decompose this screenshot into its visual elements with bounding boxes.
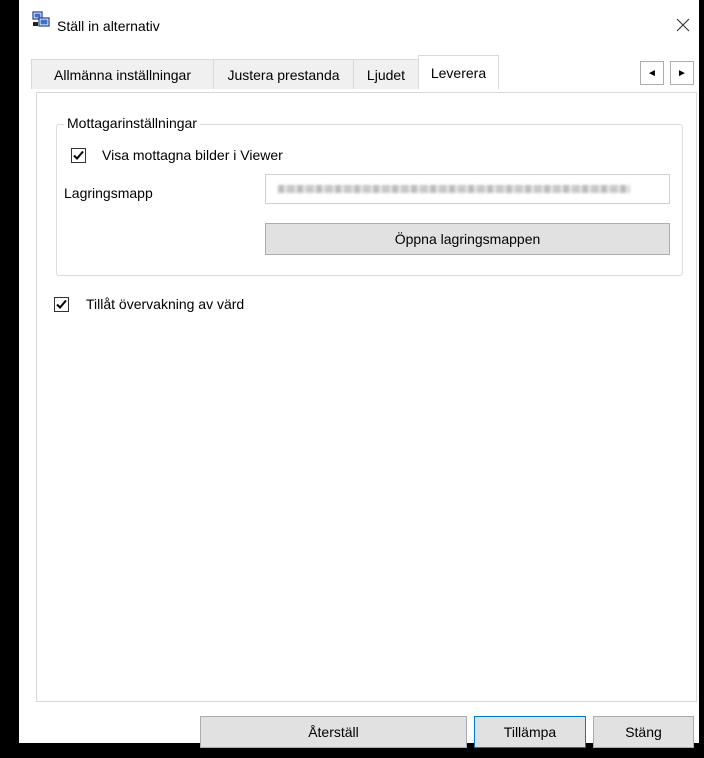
tab-adjust-performance[interactable]: Justera prestanda <box>213 59 354 89</box>
tab-label: Ljudet <box>366 66 406 83</box>
title-bar: Ställ in alternativ <box>19 0 699 38</box>
tab-label: Allmänna inställningar <box>54 66 191 83</box>
arrow-right-icon: ► <box>677 67 687 79</box>
app-icon <box>32 10 50 28</box>
apply-button[interactable]: Tillämpa <box>474 716 586 748</box>
storage-folder-label: Lagringsmapp <box>64 185 153 201</box>
group-legend: Mottagarinställningar <box>64 115 200 131</box>
close-button[interactable]: Stäng <box>593 716 694 748</box>
tab-scroll-right-icon[interactable]: ► <box>670 61 694 85</box>
receiver-settings-group: Mottagarinställningar Visa mottagna bild… <box>56 115 683 276</box>
allow-host-monitoring-checkbox[interactable] <box>54 297 69 312</box>
tab-label: Justera prestanda <box>227 66 340 83</box>
apply-label: Tillämpa <box>503 724 557 740</box>
close-icon[interactable] <box>667 12 699 38</box>
open-storage-folder-label: Öppna lagringsmappen <box>394 231 541 247</box>
settings-dialog: Ställ in alternativ Allmänna inställning… <box>19 0 699 748</box>
tab-bar: Allmänna inställningar Justera prestanda… <box>19 55 699 93</box>
show-in-viewer-label: Visa mottagna bilder i Viewer <box>102 147 283 163</box>
checkmark-icon <box>73 150 84 160</box>
tab-label: Leverera <box>430 64 487 81</box>
tab-general-settings[interactable]: Allmänna inställningar <box>31 59 214 89</box>
reset-button[interactable]: Återställ <box>200 716 467 748</box>
tab-deliver[interactable]: Leverera <box>418 55 499 89</box>
open-storage-folder-button[interactable]: Öppna lagringsmappen <box>265 223 670 255</box>
reset-label: Återställ <box>308 724 359 740</box>
tab-sound[interactable]: Ljudet <box>353 59 419 89</box>
show-in-viewer-checkbox[interactable] <box>71 148 86 163</box>
allow-host-monitoring-label: Tillåt övervakning av värd <box>86 296 245 312</box>
arrow-left-icon: ◄ <box>647 67 657 79</box>
redacted-path <box>278 185 630 193</box>
window-frame-left <box>0 0 19 758</box>
tab-panel-deliver: Mottagarinställningar Visa mottagna bild… <box>36 92 697 702</box>
checkmark-icon <box>56 299 67 309</box>
storage-folder-field[interactable] <box>265 174 670 204</box>
close-label: Stäng <box>625 724 662 740</box>
tab-scroll-left-icon[interactable]: ◄ <box>640 61 664 85</box>
window-frame-right <box>699 0 704 758</box>
window-title: Ställ in alternativ <box>57 18 160 34</box>
